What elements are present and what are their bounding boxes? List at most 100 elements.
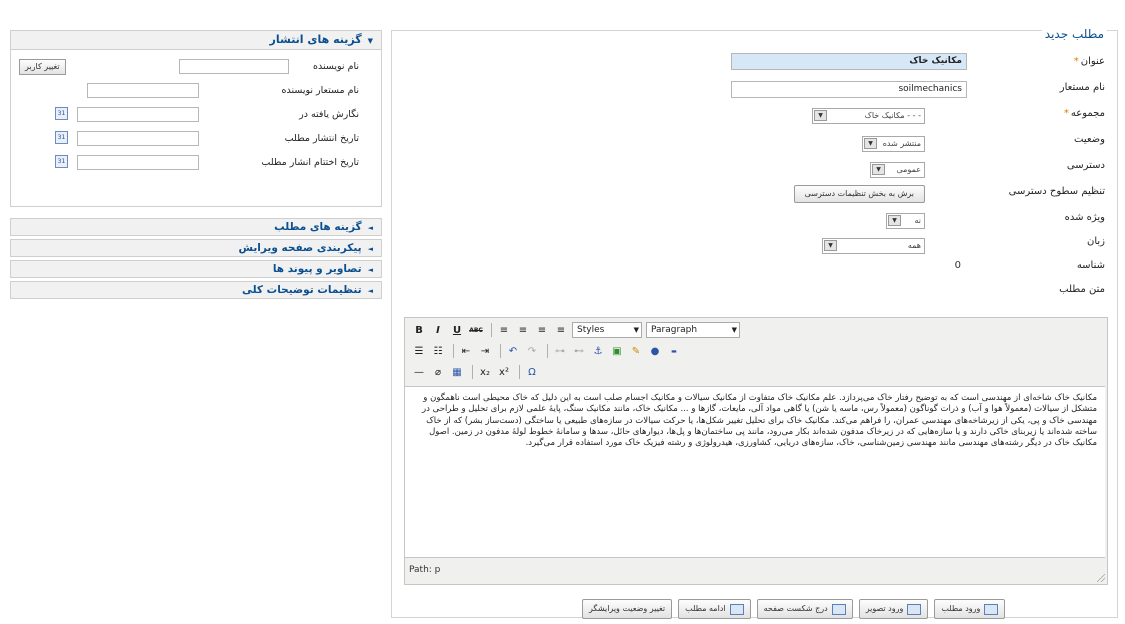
styles-select[interactable]: Styles ▼	[572, 322, 642, 338]
button-label: ورود مطلب	[941, 604, 981, 613]
special-char-icon[interactable]: Ω	[524, 364, 540, 380]
state-row: وضعیت منتشر شده ▼	[397, 131, 1117, 152]
insert-pagebreak-button[interactable]: درج شکست صفحه	[756, 599, 853, 619]
acl-label: تنظیم سطوح دسترسی	[1008, 186, 1105, 197]
modified-row: نگارش یافته در 31	[11, 106, 381, 124]
featured-select[interactable]: نه ▼	[886, 213, 925, 229]
superscript-icon[interactable]: x²	[496, 364, 512, 380]
anchor-icon[interactable]: ⚓	[590, 343, 606, 359]
calendar-icon[interactable]: 31	[55, 155, 68, 168]
publishing-options-header[interactable]: ▼ گزینه های انتشار	[10, 30, 382, 50]
chevron-left-icon: ◄	[367, 224, 373, 232]
remove-format-icon[interactable]: ⌀	[430, 364, 446, 380]
subscript-icon[interactable]: x₂	[477, 364, 493, 380]
editor-path: Path: p	[409, 565, 441, 575]
indent-icon[interactable]: ⇥	[477, 343, 493, 359]
align-justify-icon[interactable]: ≡	[553, 322, 569, 338]
toolbar-row-1: B I U ABC ≡ ≡ ≡ ≡ Styles ▼ Paragraph ▼	[411, 321, 744, 339]
text-row: متن مطلب	[397, 281, 1117, 301]
language-select[interactable]: همه ▼	[822, 238, 925, 254]
publish-up-input[interactable]	[77, 131, 199, 146]
cleanup-icon[interactable]: ✎	[628, 343, 644, 359]
publishing-options-title: گزینه های انتشار	[269, 33, 362, 46]
article-editor-fieldset: مطلب جدید عنوان* مکانیک خاک نام مستعار s…	[391, 27, 1118, 619]
article-options-header[interactable]: ◄ گزینه های مطلب	[10, 218, 382, 236]
access-label: دسترسی	[1066, 160, 1105, 171]
outdent-icon[interactable]: ⇤	[458, 343, 474, 359]
access-select-value: عمومی	[896, 165, 921, 174]
styles-select-label: Styles	[577, 325, 605, 335]
category-select[interactable]: - - - مکانیک خاک ▼	[812, 108, 925, 124]
toolbar-row-3: — ⌀ ▦ x₂ x² Ω	[411, 363, 543, 381]
author-alias-input[interactable]	[87, 83, 199, 98]
required-mark: *	[1063, 108, 1069, 119]
button-label: ورود تصویر	[865, 604, 904, 613]
align-right-icon[interactable]: ≡	[534, 322, 550, 338]
chevron-down-icon: ▼	[888, 215, 901, 226]
author-input[interactable]	[179, 59, 289, 74]
chevron-down-icon: ▼	[731, 326, 737, 334]
options-sidebar: ▼ گزینه های انتشار نام نویسنده تغییر کارب…	[10, 30, 382, 299]
bullet-list-icon[interactable]: ☰	[411, 343, 427, 359]
access-row: دسترسی عمومی ▼	[397, 157, 1117, 178]
rich-text-editor: B I U ABC ≡ ≡ ≡ ≡ Styles ▼ Paragraph ▼ ☰ ☷…	[404, 317, 1108, 585]
insert-image-button[interactable]: ورود تصویر	[858, 599, 929, 619]
insert-article-button[interactable]: ورود مطلب	[934, 599, 1006, 619]
chevron-down-icon: ▼	[814, 110, 827, 121]
toggle-editor-button[interactable]: تغییر وضعیت ویرایشگر	[582, 599, 673, 619]
toolbar-divider	[547, 344, 548, 358]
format-select[interactable]: Paragraph ▼	[646, 322, 740, 338]
text-label: متن مطلب	[1059, 284, 1105, 295]
title-input[interactable]: مکانیک خاک	[731, 53, 967, 70]
state-select[interactable]: منتشر شده ▼	[862, 136, 925, 152]
acl-row: تنظیم سطوح دسترسی برش به بخش تنظیمات دست…	[397, 183, 1117, 203]
resize-grip-icon[interactable]	[1097, 574, 1105, 582]
bold-button[interactable]: B	[411, 322, 427, 338]
change-user-button[interactable]: تغییر کاربر	[19, 59, 66, 75]
modified-input[interactable]	[77, 107, 199, 122]
horizontal-rule-icon[interactable]: —	[411, 364, 427, 380]
undo-icon[interactable]: ↶	[505, 343, 521, 359]
publish-down-input[interactable]	[77, 155, 199, 170]
panel-title: تنظیمات توضیحات کلی	[241, 284, 362, 296]
help-icon[interactable]: ●	[647, 343, 663, 359]
state-select-value: منتشر شده	[882, 139, 921, 148]
numbered-list-icon[interactable]: ☷	[430, 343, 446, 359]
visual-aid-icon[interactable]: ▦	[449, 364, 465, 380]
access-select[interactable]: عمومی ▼	[870, 162, 925, 178]
toolbar-row-2: ☰ ☷ ⇤ ⇥ ↶ ↷ ⊶ ⊷ ⚓ ▣ ✎ ● ▬	[411, 342, 685, 360]
panel-title: تصاویر و پیوند ها	[272, 263, 362, 275]
underline-button[interactable]: U	[449, 322, 465, 338]
acl-button[interactable]: برش به بخش تنظیمات دسترسی	[793, 185, 925, 203]
language-select-value: همه	[907, 241, 921, 250]
editor-content-area[interactable]: مکانیک خاک شاخه‌ای از مهندسی است که به ت…	[405, 386, 1105, 558]
image-icon[interactable]: ▣	[609, 343, 625, 359]
align-left-icon[interactable]: ≡	[496, 322, 512, 338]
alias-input[interactable]: soilmechanics	[731, 81, 967, 98]
html-icon[interactable]: ▬	[666, 343, 682, 359]
category-label: مجموعه	[1070, 108, 1105, 119]
chevron-down-icon: ▼	[633, 326, 639, 334]
chevron-left-icon: ◄	[367, 266, 373, 274]
italic-button[interactable]: I	[430, 322, 446, 338]
read-more-button[interactable]: ادامه مطلب	[678, 599, 751, 619]
unlink-icon[interactable]: ⊷	[571, 343, 587, 359]
images-links-header[interactable]: ◄ تصاویر و پیوند ها	[10, 260, 382, 278]
align-center-icon[interactable]: ≡	[515, 322, 531, 338]
calendar-icon[interactable]: 31	[55, 131, 68, 144]
category-row: مجموعه* - - - مکانیک خاک ▼	[397, 105, 1117, 125]
editor-buttons: ورود مطلب ورود تصویر درج شکست صفحه ادامه…	[582, 599, 1006, 619]
calendar-icon[interactable]: 31	[55, 107, 68, 120]
title-row: عنوان* مکانیک خاک	[397, 53, 1117, 73]
metadata-options-header[interactable]: ◄ تنظیمات توضیحات کلی	[10, 281, 382, 299]
title-label: عنوان	[1080, 56, 1105, 67]
redo-icon[interactable]: ↷	[524, 343, 540, 359]
language-label: زبان	[1086, 236, 1105, 247]
id-value: 0	[954, 260, 961, 271]
link-icon[interactable]: ⊶	[552, 343, 568, 359]
chevron-down-icon: ▼	[367, 37, 373, 45]
button-label: درج شکست صفحه	[763, 604, 828, 613]
edit-screen-options-header[interactable]: ◄ پیکربندی صفحه ویرایش	[10, 239, 382, 257]
strikethrough-button[interactable]: ABC	[468, 322, 484, 338]
